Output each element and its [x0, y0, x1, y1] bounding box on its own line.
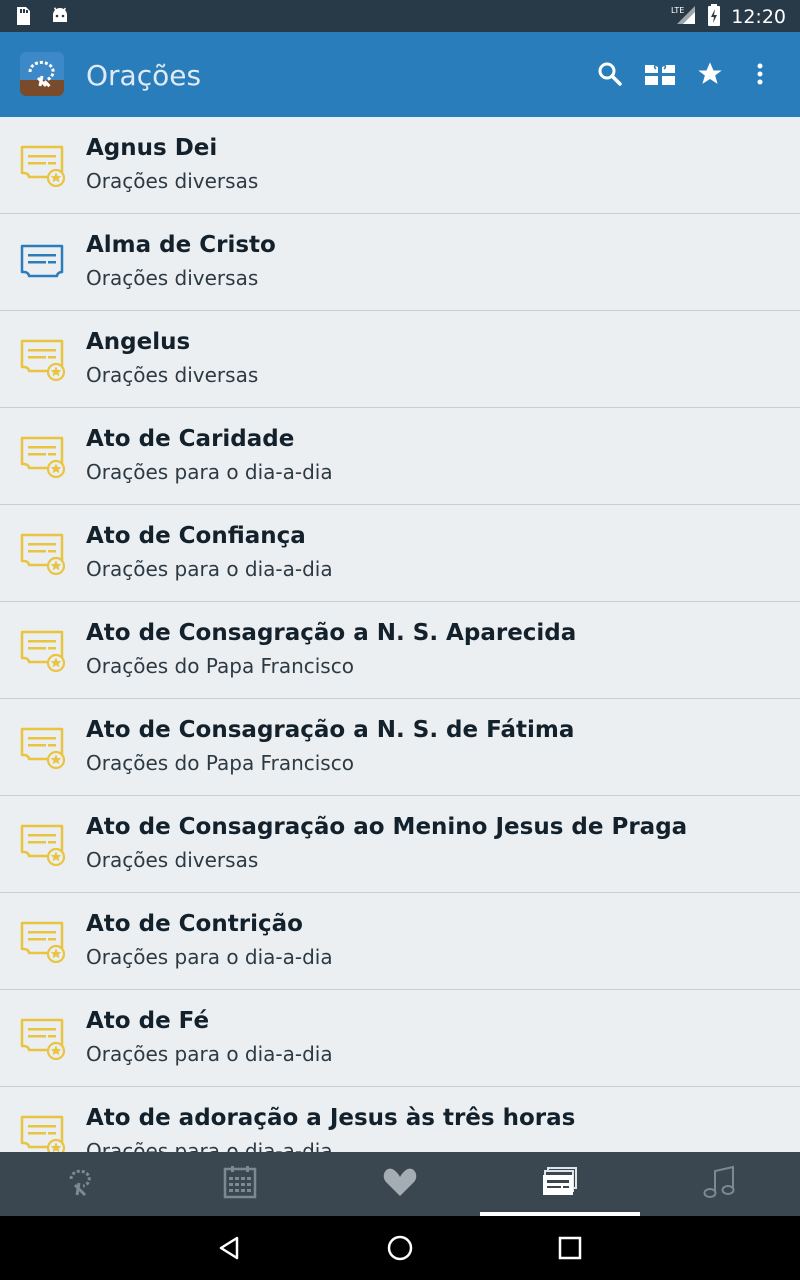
android-icon [50, 6, 70, 30]
back-icon[interactable] [210, 1228, 250, 1268]
rosary-icon [63, 1165, 97, 1203]
recents-icon[interactable] [550, 1228, 590, 1268]
home-icon[interactable] [380, 1228, 420, 1268]
app-bar: Orações [0, 32, 800, 117]
sd-card-icon [14, 6, 32, 30]
prayer-doc-icon [20, 242, 66, 284]
status-bar: LTE 12:20 [0, 0, 800, 32]
prayer-doc-star-icon [20, 1115, 66, 1152]
prayer-category: Orações diversas [86, 266, 259, 290]
tab-rosary[interactable] [0, 1152, 160, 1216]
network-type-label: LTE [671, 6, 684, 15]
signal-icon: LTE [671, 4, 697, 30]
list-item[interactable]: Ato de Fé Orações para o dia-a-dia [0, 990, 800, 1087]
heart-icon [383, 1167, 417, 1201]
prayer-list[interactable]: Agnus Dei Orações diversas Alma de Cristo O… [0, 117, 800, 1152]
list-item[interactable]: Ato de adoração a Jesus às três horas Ora… [0, 1087, 800, 1152]
prayer-doc-star-icon [20, 727, 66, 770]
tab-favorites[interactable] [320, 1152, 480, 1216]
prayer-category: Orações do Papa Francisco [86, 654, 354, 678]
list-item[interactable]: Ato de Caridade Orações para o dia-a-dia [0, 408, 800, 505]
prayer-doc-star-icon [20, 824, 66, 867]
star-icon[interactable] [694, 58, 726, 90]
list-item[interactable]: Ato de Confiança Orações para o dia-a-dia [0, 505, 800, 602]
gift-icon[interactable] [644, 58, 676, 90]
prayers-cards-icon [542, 1167, 578, 1201]
app-title: Orações [86, 59, 202, 92]
system-nav-bar [0, 1216, 800, 1280]
prayer-doc-star-icon [20, 436, 66, 479]
prayer-title: Ato de Consagração a N. S. Aparecida [86, 620, 577, 646]
prayer-doc-star-icon [20, 921, 66, 964]
list-item[interactable]: Ato de Consagração a N. S. de Fátima Oraç… [0, 699, 800, 796]
list-item[interactable]: Ato de Contrição Orações para o dia-a-dia [0, 893, 800, 990]
prayer-doc-star-icon [20, 145, 66, 188]
prayer-category: Orações diversas [86, 848, 259, 872]
app-logo-icon [20, 52, 64, 96]
list-item[interactable]: Agnus Dei Orações diversas [0, 117, 800, 214]
prayer-title: Ato de Contrição [86, 911, 303, 937]
prayer-category: Orações diversas [86, 363, 259, 387]
list-item[interactable]: Ato de Consagração ao Menino Jesus de Pr… [0, 796, 800, 893]
clock: 12:20 [731, 6, 786, 28]
prayer-doc-star-icon [20, 630, 66, 673]
prayer-title: Ato de Consagração a N. S. de Fátima [86, 717, 575, 743]
prayer-category: Orações do Papa Francisco [86, 751, 354, 775]
prayer-title: Ato de adoração a Jesus às três horas [86, 1105, 576, 1131]
prayer-doc-star-icon [20, 1018, 66, 1061]
more-vert-icon[interactable] [744, 58, 776, 90]
prayer-title: Ato de Fé [86, 1008, 210, 1034]
bottom-tab-bar [0, 1152, 800, 1216]
prayer-title: Ato de Confiança [86, 523, 306, 549]
list-item[interactable]: Angelus Orações diversas [0, 311, 800, 408]
list-item[interactable]: Alma de Cristo Orações diversas [0, 214, 800, 311]
prayer-title: Ato de Caridade [86, 426, 295, 452]
prayer-category: Orações para o dia-a-dia [86, 1139, 333, 1152]
tab-calendar[interactable] [160, 1152, 320, 1216]
tab-music[interactable] [640, 1152, 800, 1216]
prayer-category: Orações para o dia-a-dia [86, 460, 333, 484]
prayer-title: Ato de Consagração ao Menino Jesus de Pr… [86, 814, 688, 840]
prayer-title: Angelus [86, 329, 191, 355]
prayer-doc-star-icon [20, 533, 66, 576]
battery-charging-icon [707, 4, 721, 30]
calendar-icon [223, 1165, 257, 1203]
tab-prayers[interactable] [480, 1152, 640, 1216]
prayer-title: Agnus Dei [86, 135, 218, 161]
prayer-title: Alma de Cristo [86, 232, 276, 258]
prayer-doc-star-icon [20, 339, 66, 382]
list-item[interactable]: Ato de Consagração a N. S. Aparecida Oraç… [0, 602, 800, 699]
prayer-category: Orações para o dia-a-dia [86, 1042, 333, 1066]
music-note-icon [703, 1165, 737, 1203]
search-icon[interactable] [594, 58, 626, 90]
prayer-category: Orações para o dia-a-dia [86, 945, 333, 969]
prayer-category: Orações diversas [86, 169, 259, 193]
prayer-category: Orações para o dia-a-dia [86, 557, 333, 581]
